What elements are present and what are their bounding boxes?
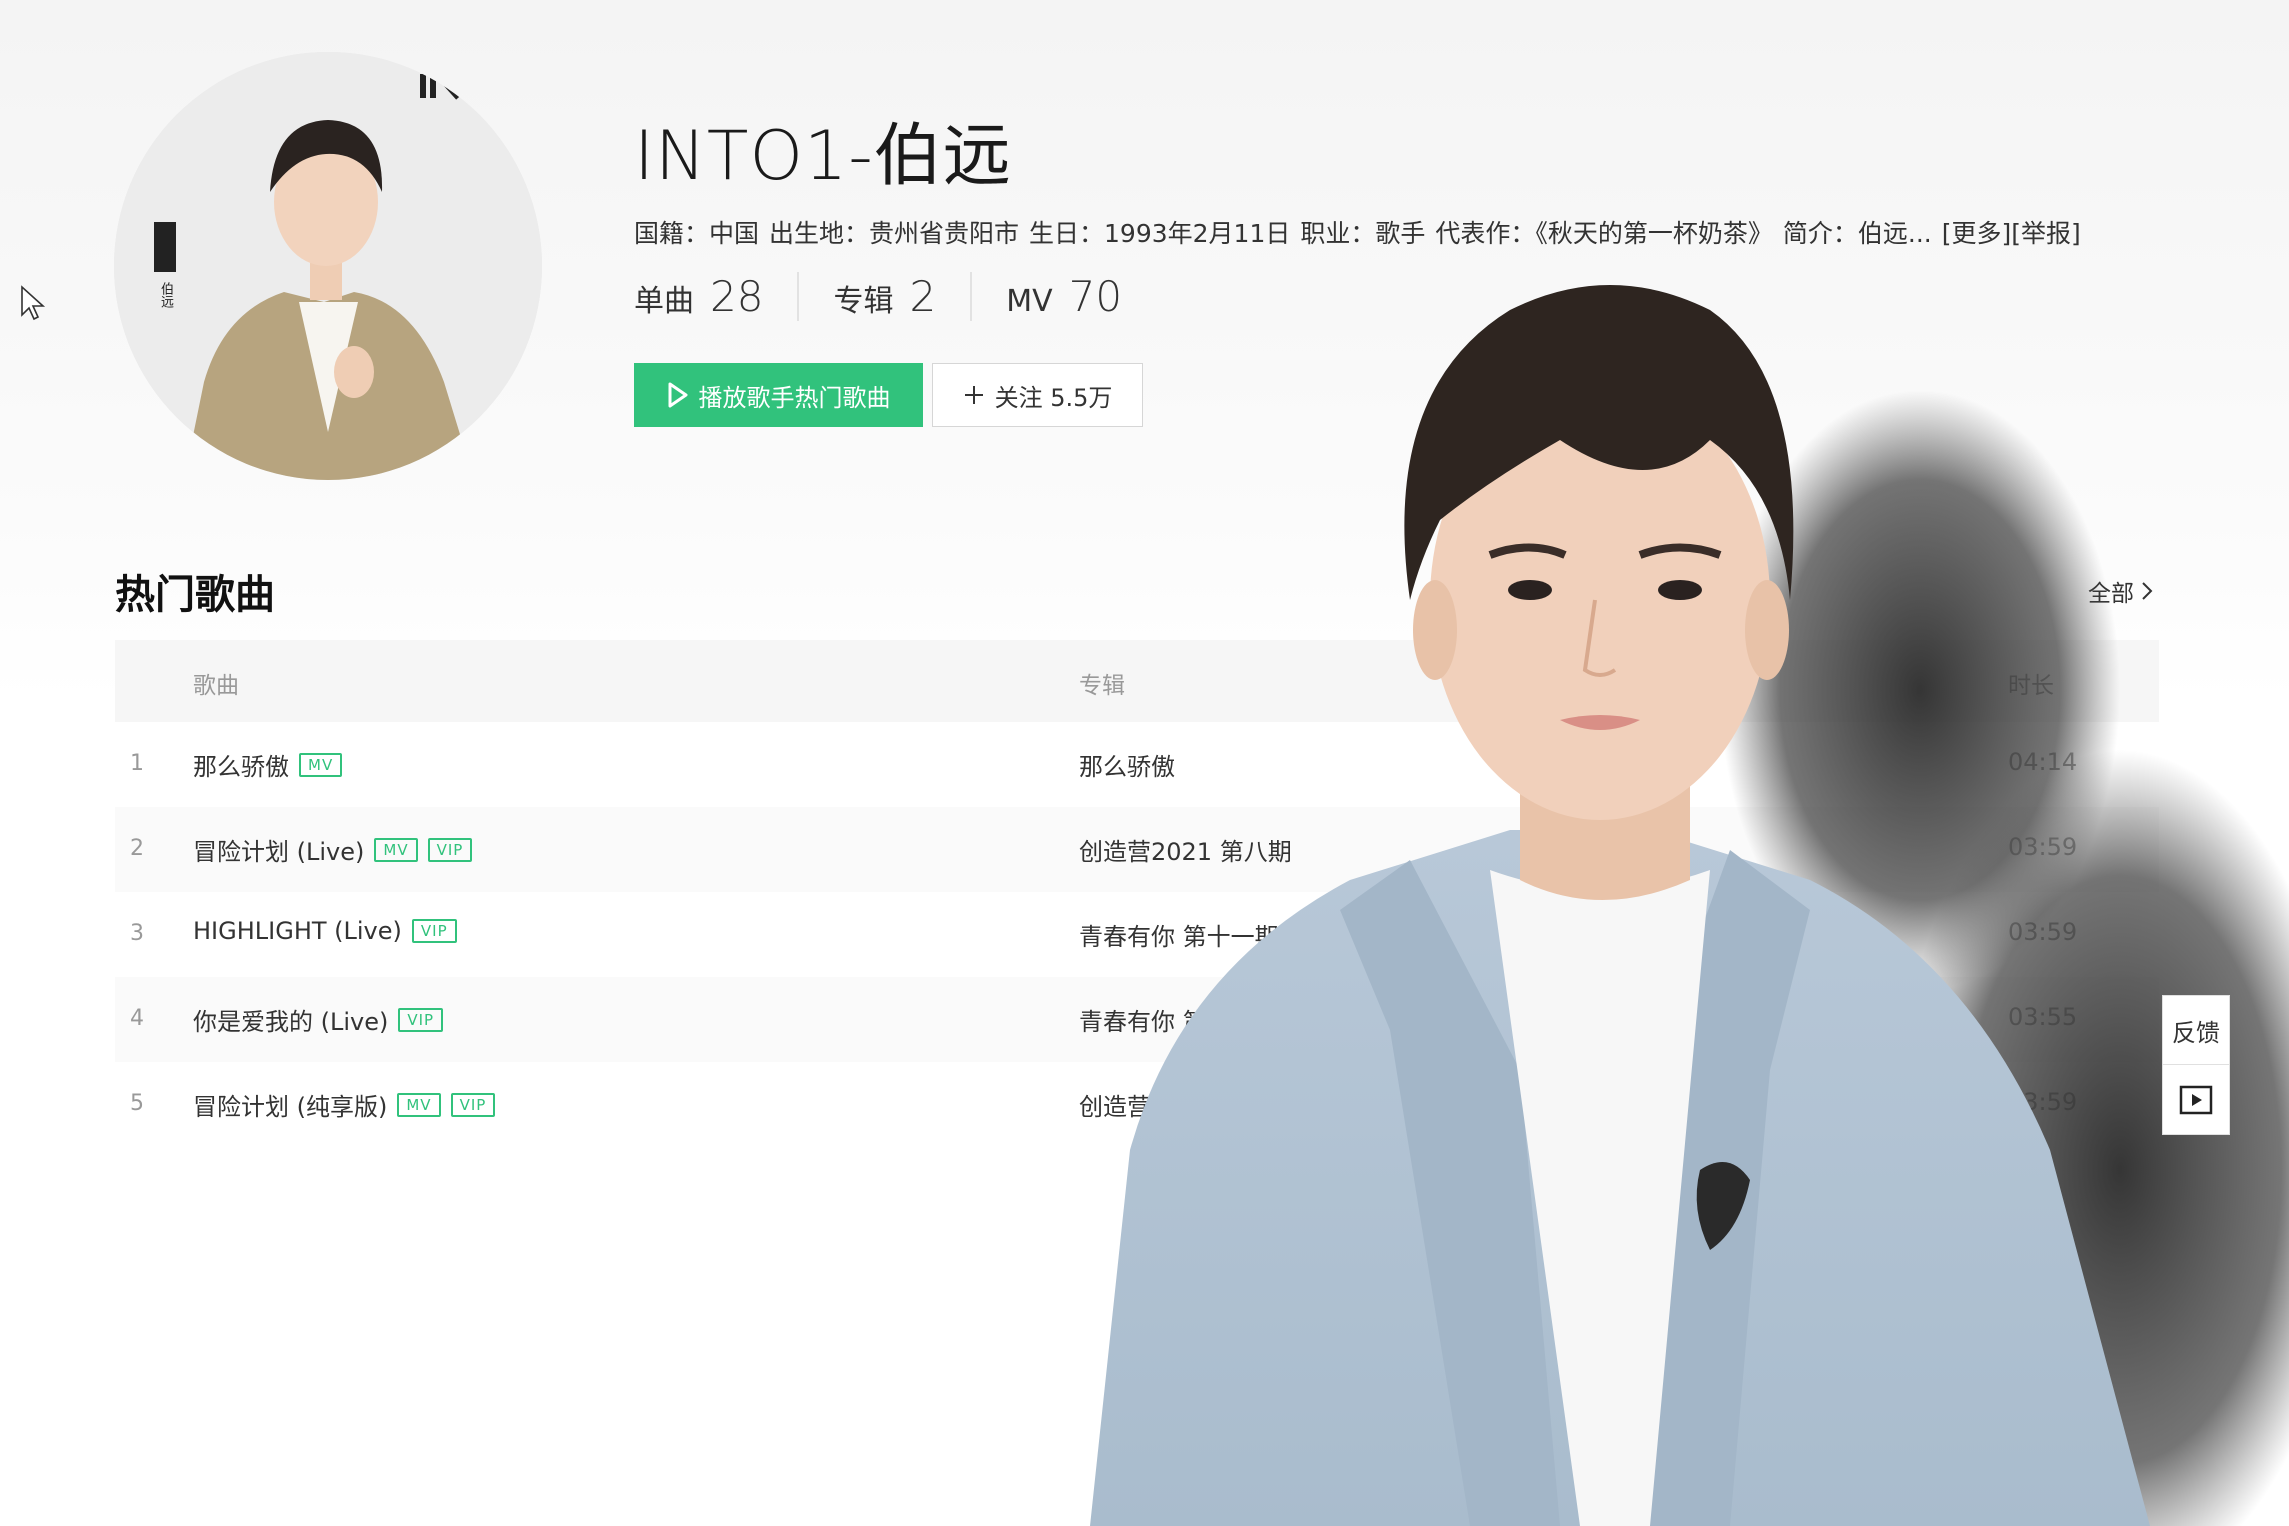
- stat-label: 单曲: [634, 284, 694, 319]
- song-name[interactable]: HIGHLIGHT (Live): [193, 917, 402, 945]
- plus-icon: [964, 386, 983, 404]
- stat-albums[interactable]: 专辑 2: [797, 272, 970, 321]
- column-duration: 时长: [2008, 673, 2054, 699]
- stat-singles[interactable]: 单曲 28: [634, 272, 797, 321]
- play-square-icon: [2179, 1085, 2213, 1114]
- stat-mv[interactable]: MV 70: [970, 272, 1156, 321]
- table-row[interactable]: 2 冒险计划 (Live) MV VIP 创造营2021 第八期 03:59: [115, 807, 2159, 892]
- stat-value: 70: [1068, 272, 1123, 321]
- meta-occupation: 职业：歌手: [1300, 219, 1426, 248]
- song-name[interactable]: 那么骄傲: [193, 747, 289, 782]
- stat-value: 2: [909, 272, 937, 321]
- table-row[interactable]: 5 冒险计划 (纯享版) MV VIP 创造营2021 第八期 (纯享版) 03…: [115, 1062, 2159, 1147]
- album-name[interactable]: 青春有你 第六期: [1079, 1002, 1255, 1037]
- table-row[interactable]: 3 HIGHLIGHT (Live) VIP 青春有你 第十一期 03:59: [115, 892, 2159, 977]
- artist-stats: 单曲 28 专辑 2 MV 70: [634, 272, 1156, 321]
- chevron-right-icon: [2142, 582, 2153, 600]
- song-duration: 03:59: [2008, 1088, 2078, 1116]
- song-name[interactable]: 冒险计划 (纯享版): [193, 1087, 387, 1122]
- album-name[interactable]: 创造营2021 第八期: [1079, 832, 1292, 867]
- song-duration: 03:59: [2008, 833, 2078, 861]
- table-row[interactable]: 1 那么骄傲 MV 那么骄傲 04:14: [115, 722, 2159, 807]
- album-name[interactable]: 青春有你 第十一期: [1079, 917, 1279, 952]
- vip-tag: VIP: [398, 1007, 444, 1032]
- vip-tag: VIP: [450, 1092, 496, 1117]
- artist-page: 伯远 INTO1-伯远 国籍：中国 出生地：贵州省贵阳市 生日：1993年2月1…: [0, 0, 2289, 1526]
- column-album: 专辑: [1079, 673, 1125, 699]
- album-name[interactable]: 那么骄傲: [1079, 747, 1175, 782]
- feedback-button[interactable]: 反馈: [2162, 995, 2230, 1065]
- song-duration: 03:55: [2008, 1003, 2078, 1031]
- artist-name: INTO1-伯远: [634, 117, 1012, 196]
- hot-songs-table: 歌曲 专辑 时长 1 那么骄傲 MV 那么骄傲 04:14 2 冒险计划 (Li…: [115, 640, 2159, 1147]
- mv-tag[interactable]: MV: [374, 837, 418, 862]
- play-button-label: 播放歌手热门歌曲: [698, 383, 891, 412]
- play-hot-songs-button[interactable]: 播放歌手热门歌曲: [634, 363, 923, 427]
- stat-label: MV: [1006, 284, 1053, 319]
- meta-nationality: 国籍：中国: [634, 219, 760, 248]
- song-duration: 04:14: [2008, 748, 2078, 776]
- meta-birthday: 生日：1993年2月11日: [1029, 219, 1291, 248]
- report-link[interactable]: [举报]: [2011, 219, 2081, 248]
- all-songs-link[interactable]: 全部: [2088, 574, 2154, 608]
- player-button[interactable]: [2162, 1065, 2230, 1135]
- stat-label: 专辑: [833, 284, 894, 319]
- follow-button[interactable]: 关注 5.5万: [932, 363, 1143, 427]
- all-songs-label: 全部: [2088, 581, 2134, 607]
- row-index: 3: [130, 921, 144, 946]
- more-link[interactable]: [更多]: [1942, 219, 2012, 248]
- row-index: 1: [130, 751, 144, 776]
- avatar-caption: 伯远: [158, 282, 173, 308]
- vip-tag: VIP: [411, 919, 457, 943]
- play-icon: [668, 382, 687, 408]
- mv-tag[interactable]: MV: [397, 1092, 441, 1117]
- stat-value: 28: [710, 272, 764, 321]
- meta-birthplace: 出生地：贵州省贵阳市: [769, 219, 1020, 248]
- song-name[interactable]: 你是爱我的 (Live): [193, 1002, 388, 1037]
- artist-meta: 国籍：中国 出生地：贵州省贵阳市 生日：1993年2月11日 职业：歌手 代表作…: [634, 214, 2081, 250]
- mv-tag[interactable]: MV: [299, 752, 343, 777]
- side-float-buttons: 反馈: [2162, 995, 2230, 1135]
- table-header: 歌曲 专辑 时长: [115, 640, 2159, 722]
- album-name[interactable]: 创造营2021 第八期 (纯享版): [1079, 1087, 1390, 1122]
- meta-intro: 简介：伯远...: [1782, 219, 1932, 248]
- song-name[interactable]: 冒险计划 (Live): [193, 832, 364, 867]
- column-song: 歌曲: [193, 673, 239, 699]
- row-index: 4: [130, 1006, 144, 1031]
- vip-tag: VIP: [427, 837, 473, 862]
- hot-songs-title: 热门歌曲: [115, 572, 275, 618]
- mouse-cursor-icon: [21, 285, 46, 321]
- artist-avatar: 伯远: [114, 52, 542, 480]
- row-index: 2: [130, 836, 144, 861]
- song-duration: 03:59: [2008, 918, 2078, 946]
- table-row[interactable]: 4 你是爱我的 (Live) VIP 青春有你 第六期 03:55: [115, 977, 2159, 1062]
- meta-representative: 代表作：《秋天的第一杯奶茶》: [1435, 219, 1773, 248]
- follow-button-label: 关注 5.5万: [994, 383, 1113, 412]
- row-index: 5: [130, 1091, 144, 1116]
- feedback-label: 反馈: [2172, 1018, 2220, 1047]
